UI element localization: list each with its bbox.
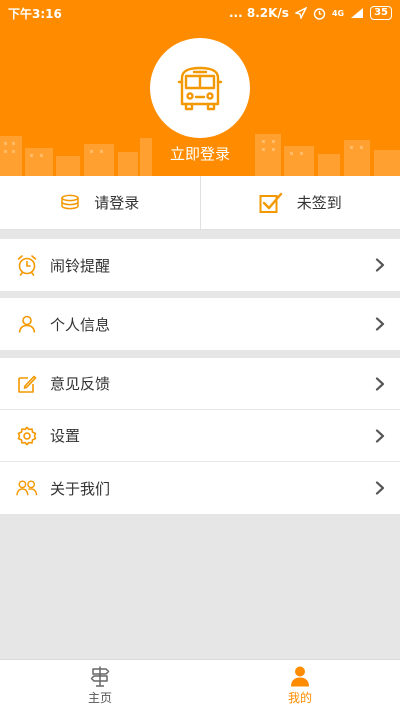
- menu-label-profile: 个人信息: [50, 315, 111, 334]
- menu-label-feedback: 意见反馈: [50, 375, 111, 393]
- checkin-button[interactable]: 未签到: [199, 176, 400, 229]
- login-now-link[interactable]: 立即登录: [0, 143, 400, 164]
- menu-item-feedback[interactable]: 意见反馈: [0, 358, 400, 410]
- chevron-right-icon: [375, 481, 385, 495]
- user-icon: [291, 666, 309, 687]
- bus-icon: [177, 66, 223, 111]
- signpost-icon: [90, 666, 110, 687]
- location-icon: [294, 7, 307, 19]
- network-type: 4G: [331, 8, 345, 18]
- alarm-clock-icon: [16, 254, 38, 276]
- person-icon: [16, 313, 38, 335]
- people-icon: [16, 477, 38, 499]
- battery-indicator: 35: [370, 6, 392, 20]
- menu-label-alarm: 闹铃提醒: [50, 256, 111, 275]
- status-time: 下午3:16: [8, 6, 62, 21]
- checkin-label: 未签到: [296, 194, 342, 212]
- nav-home-label: 主页: [87, 691, 112, 705]
- alarm-status-icon: [313, 7, 326, 20]
- chevron-right-icon: [375, 428, 385, 443]
- network-speed: ... 8.2K/s: [228, 6, 289, 20]
- nav-mine-label: 我的: [287, 691, 312, 705]
- chevron-right-icon: [375, 317, 385, 331]
- menu-item-profile[interactable]: 个人信息: [0, 298, 400, 350]
- edit-note-icon: [16, 373, 38, 395]
- nav-mine[interactable]: 我的: [200, 660, 400, 711]
- more-group: 意见反馈 设置 关于我们: [0, 358, 400, 514]
- bottom-navigation: 主页 我的: [0, 659, 400, 711]
- login-button[interactable]: 请登录: [0, 176, 200, 229]
- coins-icon: [61, 194, 79, 209]
- chevron-right-icon: [375, 376, 385, 391]
- avatar[interactable]: [150, 38, 250, 138]
- menu-label-settings: 设置: [50, 427, 81, 445]
- chevron-right-icon: [375, 258, 385, 272]
- checkbox-checked-icon: [259, 192, 282, 213]
- profile-header: 下午3:16 ... 8.2K/s 4G 35 立即登录: [0, 0, 400, 176]
- login-label: 请登录: [94, 194, 140, 212]
- profile-group: 个人信息: [0, 298, 400, 350]
- signal-icon: [351, 8, 364, 18]
- status-bar: 下午3:16 ... 8.2K/s 4G 35: [0, 0, 400, 26]
- menu-item-settings[interactable]: 设置: [0, 410, 400, 462]
- account-actions: 请登录 未签到: [0, 176, 400, 230]
- gear-icon: [16, 425, 38, 447]
- menu-item-alarm[interactable]: 闹铃提醒: [0, 239, 400, 291]
- menu-label-about: 关于我们: [50, 479, 111, 498]
- alarm-group: 闹铃提醒: [0, 239, 400, 291]
- nav-home[interactable]: 主页: [0, 660, 200, 711]
- menu-item-about[interactable]: 关于我们: [0, 462, 400, 514]
